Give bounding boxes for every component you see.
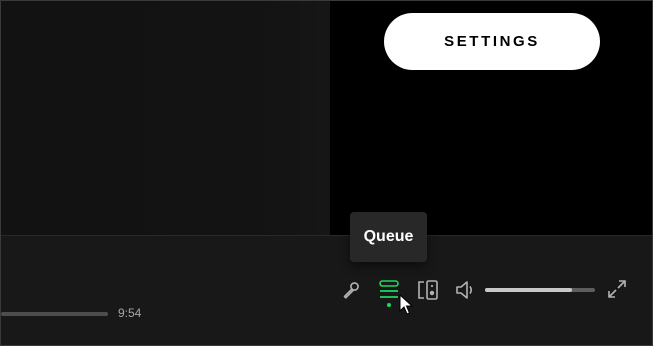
- connect-device-icon: [418, 280, 438, 300]
- queue-icon: [379, 280, 399, 307]
- volume-slider[interactable]: [485, 288, 595, 292]
- playback-progress-bar[interactable]: [1, 312, 108, 316]
- fullscreen-icon: [608, 280, 626, 298]
- volume-icon: [456, 281, 473, 299]
- volume-button[interactable]: [453, 278, 477, 302]
- fullscreen-button[interactable]: [605, 277, 629, 301]
- app-window: SETTINGS 9:54 Queue: [0, 0, 653, 346]
- elapsed-time: 9:54: [118, 306, 142, 320]
- lyrics-button[interactable]: [339, 278, 363, 302]
- mouse-cursor-icon: [399, 294, 413, 315]
- connect-device-button[interactable]: [416, 278, 440, 302]
- main-content-panel: [1, 1, 330, 235]
- microphone-icon: [343, 282, 359, 299]
- queue-tooltip: Queue: [350, 212, 427, 262]
- settings-button[interactable]: SETTINGS: [384, 13, 600, 70]
- queue-button[interactable]: [377, 278, 401, 310]
- volume-level-fill: [485, 288, 572, 292]
